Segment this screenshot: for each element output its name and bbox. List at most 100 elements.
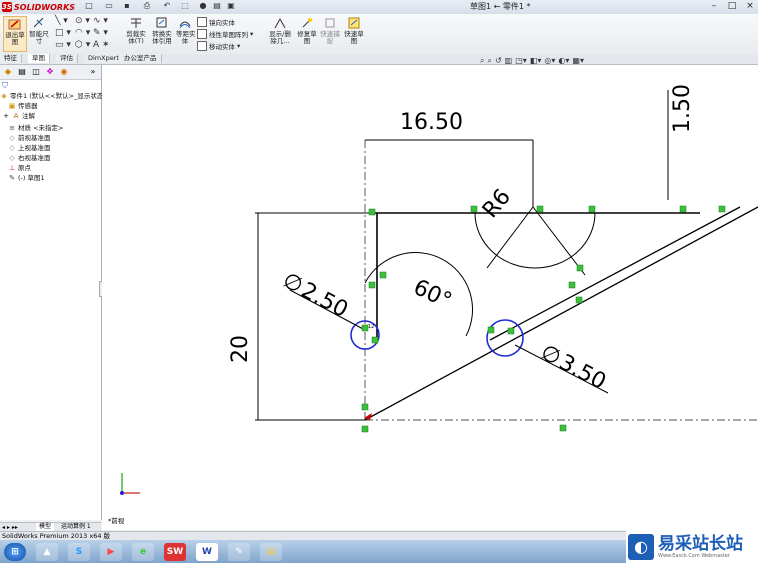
panel-expand-icon[interactable]: »: [88, 67, 98, 77]
quick-snaps-icon: [325, 18, 335, 28]
tab-features[interactable]: 特征: [0, 54, 22, 63]
scroll-left-icon[interactable]: ◂ ▸ ▸▸: [2, 524, 18, 531]
options-icon[interactable]: ▣: [226, 1, 236, 11]
convert-entities-button[interactable]: 转换实 体引用: [150, 16, 174, 45]
move-label: 移动实体: [209, 43, 235, 51]
taskbar-ie-icon[interactable]: e: [132, 543, 154, 561]
tree-item-sensors[interactable]: ▣ 传感器: [8, 101, 38, 111]
print-icon[interactable]: ⎙: [142, 1, 152, 11]
mirror-label: 镜向实体: [209, 19, 235, 27]
material-icon: ≡: [9, 124, 15, 132]
tab-motion-study[interactable]: 运动算例 1: [58, 523, 94, 531]
mirror-entities-button[interactable]: 镜向实体: [197, 17, 235, 27]
solidworks-logo[interactable]: 3S SOLIDWORKS: [2, 1, 75, 13]
tree-item-origin[interactable]: ⊥ 原点: [8, 163, 31, 173]
rapid-sketch-button[interactable]: 快速草 图: [343, 16, 365, 45]
tree-item-label: 上视基准面: [18, 144, 51, 152]
sketch-icon: ✎: [9, 174, 15, 182]
tree-item-right-plane[interactable]: ◇ 右视基准面: [8, 153, 50, 163]
line-tool-icon[interactable]: ╲ ▾: [55, 16, 68, 26]
tab-dimxpert[interactable]: DimXpert: [84, 54, 124, 63]
trim-label: 剪裁实 体(T): [126, 30, 146, 45]
maximize-icon[interactable]: □: [724, 0, 740, 12]
feature-manager-icon[interactable]: ◆: [3, 67, 13, 77]
sketch-geometry[interactable]: [350, 206, 758, 421]
linear-pattern-button[interactable]: 线性草图阵列 ▾: [197, 29, 253, 39]
graphics-area[interactable]: 16.50 1.50 20 R6 60° ∅ 2.50 ∅ 3.50 12 *前视: [102, 65, 758, 530]
smart-dimension-label: 智能尺 寸: [29, 30, 49, 45]
point-tool-icon[interactable]: A ✶: [93, 40, 110, 50]
relation-label: 12: [368, 324, 375, 330]
origin-icon: ⊥: [8, 164, 16, 172]
taskbar-solidworks-icon[interactable]: SW: [164, 543, 186, 561]
select-icon[interactable]: ⬚: [180, 1, 190, 11]
spline-tool-icon[interactable]: ∿ ▾: [93, 16, 108, 26]
rapid-sketch-label: 快速草 图: [344, 30, 364, 45]
start-button-icon[interactable]: ⊞: [4, 543, 26, 561]
circle-tool-icon[interactable]: ⊙ ▾: [75, 16, 90, 26]
annotation-icon: A: [13, 112, 19, 120]
tree-item-front-plane[interactable]: ◇ 前视基准面: [8, 133, 50, 143]
display-manager-icon[interactable]: ◉: [59, 67, 69, 77]
display-relations-button[interactable]: 显示/删 除几...: [266, 16, 294, 45]
exit-sketch-button[interactable]: 退出草 图: [3, 16, 27, 52]
save-icon[interactable]: ▪: [122, 1, 132, 11]
rebuild-icon[interactable]: ●: [198, 1, 208, 11]
tree-item-top-plane[interactable]: ◇ 上视基准面: [8, 143, 51, 153]
property-manager-icon[interactable]: ▤: [17, 67, 27, 77]
relation-markers[interactable]: [361, 205, 726, 433]
dimxpert-manager-icon[interactable]: ✥: [45, 67, 55, 77]
minimize-icon[interactable]: –: [706, 0, 722, 12]
taskbar-folder-icon[interactable]: ▤: [260, 543, 282, 561]
plane-icon: ◇: [9, 154, 15, 162]
status-text: SolidWorks Premium 2013 x64 版: [2, 532, 111, 540]
expand-icon[interactable]: +: [2, 112, 10, 120]
move-entities-button[interactable]: 移动实体 ▾: [197, 41, 240, 51]
tab-model[interactable]: 模型: [36, 523, 55, 531]
offset-entities-button[interactable]: 等距实 体: [176, 16, 196, 45]
file-properties-icon[interactable]: ▤: [212, 1, 222, 11]
view-label: *前视: [108, 517, 125, 525]
polygon-tool-icon[interactable]: ⬡ ▾: [75, 40, 90, 50]
trim-entities-button[interactable]: 剪裁实 体(T): [124, 16, 148, 45]
undo-icon[interactable]: ↶: [162, 1, 172, 11]
filter-icon[interactable]: ⛉: [2, 81, 8, 91]
arc-tool-icon[interactable]: ◠ ▾: [75, 28, 90, 38]
convert-label: 转换实 体引用: [152, 30, 172, 45]
command-manager-ribbon: 退出草 图 智能尺 寸 ╲ ▾ ⊙ ▾ ∿ ▾ □ ▾ ◠ ▾ ✎ ▾ ▭ ▾ …: [0, 14, 758, 55]
pen-tool-icon[interactable]: ✎ ▾: [93, 28, 108, 38]
new-document-icon[interactable]: □: [84, 1, 94, 11]
dimension-1-50[interactable]: 1.50: [670, 84, 695, 133]
watermark: ◐ 易采站长站 Www.Easck.Com Webmaster: [626, 530, 758, 563]
rectangle-tool-icon[interactable]: □ ▾: [55, 28, 71, 38]
dimension-20[interactable]: 20: [228, 335, 253, 363]
tree-item-sketch1[interactable]: ✎ (-) 草图1: [8, 173, 45, 183]
taskbar-app-photo-icon[interactable]: ▲: [36, 543, 58, 561]
quick-snaps-button[interactable]: 快速捕 捉: [320, 16, 340, 45]
tree-item-label: 材质 <未指定>: [18, 124, 64, 132]
linear-pattern-label: 线性草图阵列: [209, 31, 248, 39]
smart-dimension-button[interactable]: 智能尺 寸: [28, 16, 50, 45]
taskbar-word-icon[interactable]: W: [196, 543, 218, 561]
taskbar-media-icon[interactable]: ▶: [100, 543, 122, 561]
triad-icon: [120, 473, 140, 495]
trim-icon: [131, 18, 141, 28]
close-icon[interactable]: ×: [742, 0, 758, 12]
slot-tool-icon[interactable]: ▭ ▾: [55, 40, 71, 50]
tab-sketch[interactable]: 草图: [28, 54, 50, 63]
repair-sketch-button[interactable]: 修复草 图: [296, 16, 318, 45]
tab-office-products[interactable]: 办公室产品: [120, 54, 162, 63]
tree-item-material[interactable]: ≡ 材质 <未指定>: [8, 123, 63, 133]
dimension-16-50[interactable]: 16.50: [400, 110, 463, 135]
tree-root[interactable]: ◈ 零件1 (默认<<默认>_显示状态: [0, 91, 103, 101]
document-title: 草图1 ← 零件1 *: [470, 2, 531, 11]
repair-sketch-label: 修复草 图: [297, 30, 317, 45]
open-icon[interactable]: ▭: [104, 1, 114, 11]
tab-evaluate[interactable]: 评估: [56, 54, 78, 63]
watermark-text: 易采站长站: [658, 533, 743, 554]
ds-logo-icon: 3S: [2, 2, 12, 12]
tree-item-annotations[interactable]: + A 注解: [2, 111, 35, 121]
taskbar-paint-icon[interactable]: ✎: [228, 543, 250, 561]
taskbar-browser-icon[interactable]: S: [68, 543, 90, 561]
configuration-manager-icon[interactable]: ◫: [31, 67, 41, 77]
